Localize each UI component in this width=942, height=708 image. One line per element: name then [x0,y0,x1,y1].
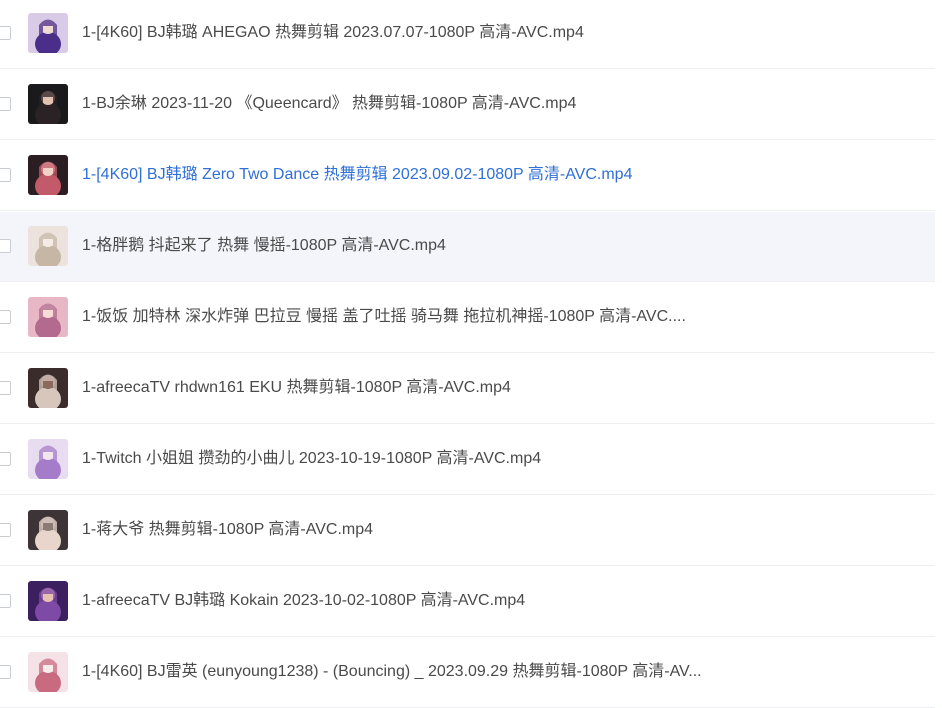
row-checkbox[interactable] [0,97,11,111]
file-name-link[interactable]: 1-蒋大爷 热舞剪辑-1080P 高清-AVC.mp4 [82,520,373,540]
video-thumbnail-icon[interactable] [28,84,68,124]
file-row[interactable]: 1-afreecaTV BJ韩璐 Kokain 2023-10-02-1080P… [0,567,935,637]
file-row[interactable]: 1-饭饭 加特林 深水炸弹 巴拉豆 慢摇 盖了吐摇 骑马舞 拖拉机神摇-1080… [0,283,935,353]
video-thumbnail-icon[interactable] [28,226,68,266]
file-row[interactable]: 1-蒋大爷 热舞剪辑-1080P 高清-AVC.mp4 [0,496,935,566]
file-row[interactable]: 1-Twitch 小姐姐 攒劲的小曲儿 2023-10-19-1080P 高清-… [0,425,935,495]
row-checkbox[interactable] [0,523,11,537]
row-checkbox[interactable] [0,452,11,466]
row-checkbox[interactable] [0,665,11,679]
video-thumbnail-icon[interactable] [28,510,68,550]
file-row[interactable]: 1-[4K60] BJ雷英 (eunyoung1238) - (Bouncing… [0,638,935,708]
row-checkbox[interactable] [0,26,11,40]
file-name-link[interactable]: 1-[4K60] BJ韩璐 Zero Two Dance 热舞剪辑 2023.0… [82,165,632,185]
file-name-link[interactable]: 1-Twitch 小姐姐 攒劲的小曲儿 2023-10-19-1080P 高清-… [82,449,541,469]
video-thumbnail-icon[interactable] [28,439,68,479]
file-row[interactable]: 1-BJ余琳 2023-11-20 《Queencard》 热舞剪辑-1080P… [0,70,935,140]
row-checkbox[interactable] [0,239,11,253]
file-row[interactable]: 1-afreecaTV rhdwn161 EKU 热舞剪辑-1080P 高清-A… [0,354,935,424]
row-checkbox[interactable] [0,381,11,395]
file-name-link[interactable]: 1-afreecaTV rhdwn161 EKU 热舞剪辑-1080P 高清-A… [82,378,511,398]
row-checkbox[interactable] [0,594,11,608]
row-checkbox[interactable] [0,168,11,182]
file-name-link[interactable]: 1-饭饭 加特林 深水炸弹 巴拉豆 慢摇 盖了吐摇 骑马舞 拖拉机神摇-1080… [82,307,686,327]
file-name-link[interactable]: 1-格胖鹅 抖起来了 热舞 慢摇-1080P 高清-AVC.mp4 [82,236,446,256]
video-thumbnail-icon[interactable] [28,652,68,692]
video-thumbnail-icon[interactable] [28,581,68,621]
video-thumbnail-icon[interactable] [28,155,68,195]
file-name-link[interactable]: 1-[4K60] BJ韩璐 AHEGAO 热舞剪辑 2023.07.07-108… [82,23,584,43]
video-thumbnail-icon[interactable] [28,13,68,53]
file-name-link[interactable]: 1-afreecaTV BJ韩璐 Kokain 2023-10-02-1080P… [82,591,525,611]
video-thumbnail-icon[interactable] [28,368,68,408]
file-row[interactable]: 1-[4K60] BJ韩璐 AHEGAO 热舞剪辑 2023.07.07-108… [0,0,935,69]
file-name-link[interactable]: 1-[4K60] BJ雷英 (eunyoung1238) - (Bouncing… [82,662,702,682]
file-name-link[interactable]: 1-BJ余琳 2023-11-20 《Queencard》 热舞剪辑-1080P… [82,94,576,114]
file-row[interactable]: 1-格胖鹅 抖起来了 热舞 慢摇-1080P 高清-AVC.mp4 [0,212,935,282]
row-checkbox[interactable] [0,310,11,324]
file-list: 1-[4K60] BJ韩璐 AHEGAO 热舞剪辑 2023.07.07-108… [0,0,942,708]
video-thumbnail-icon[interactable] [28,297,68,337]
file-row[interactable]: 1-[4K60] BJ韩璐 Zero Two Dance 热舞剪辑 2023.0… [0,141,935,211]
